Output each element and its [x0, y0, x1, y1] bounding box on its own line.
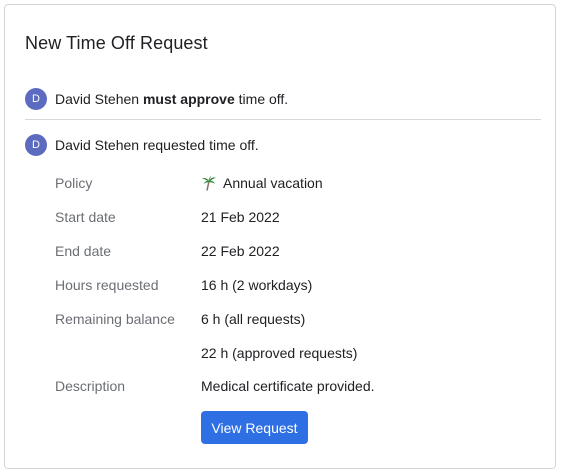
start-date-value: 21 Feb 2022 — [201, 209, 280, 225]
card-title: New Time Off Request — [25, 33, 208, 53]
palm-tree-icon — [201, 175, 217, 191]
remaining-balance-label: Remaining balance — [55, 311, 175, 327]
policy-name: Annual vacation — [223, 175, 323, 191]
end-date-value: 22 Feb 2022 — [201, 243, 280, 259]
approver-name: David Stehen — [55, 91, 140, 107]
remaining-balance-all: 6 h (all requests) — [201, 311, 306, 327]
view-request-button[interactable]: View Request — [201, 411, 308, 444]
divider — [25, 119, 541, 120]
policy-label: Policy — [55, 175, 93, 191]
description-label: Description — [55, 378, 126, 394]
approval-action: must approve — [142, 91, 235, 107]
remaining-balance-approved: 22 h (approved requests) — [201, 345, 358, 361]
approval-message: D David Stehen must approve time off. — [25, 88, 288, 110]
request-message-text: David Stehen requested time off. — [55, 137, 259, 153]
request-message: D David Stehen requested time off. — [25, 134, 259, 156]
avatar: D — [25, 134, 47, 156]
hours-requested-value: 16 h (2 workdays) — [201, 277, 313, 293]
hours-requested-label: Hours requested — [55, 277, 159, 293]
avatar: D — [25, 88, 47, 110]
approval-suffix: time off. — [238, 91, 289, 107]
description-value: Medical certificate provided. — [201, 378, 375, 394]
time-off-request-card: New Time Off Request D David Stehen must… — [4, 4, 556, 469]
end-date-label: End date — [55, 243, 112, 259]
start-date-label: Start date — [55, 209, 116, 225]
approval-message-text: David Stehen must approve time off. — [55, 91, 288, 107]
policy-value: Annual vacation — [201, 175, 323, 191]
